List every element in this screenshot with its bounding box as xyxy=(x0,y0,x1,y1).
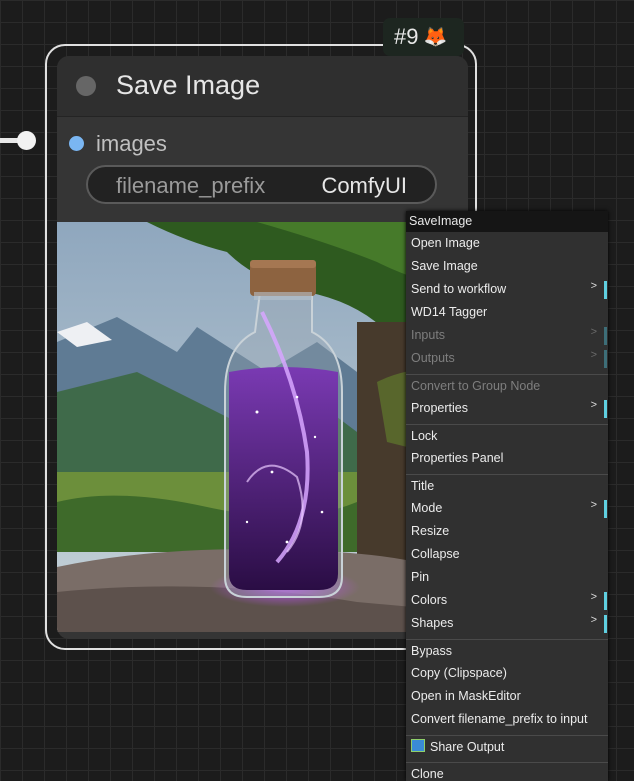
images-input-label: images xyxy=(96,131,167,156)
menu-item-lock[interactable]: Lock xyxy=(406,424,608,447)
menu-item-mode[interactable]: Mode > xyxy=(406,497,608,520)
widget-value: ComfyUI xyxy=(321,173,407,198)
submenu-arrow-icon: > xyxy=(590,591,597,603)
fox-icon: 🦊 xyxy=(423,27,448,48)
menu-item-inputs: Inputs > xyxy=(406,324,608,347)
images-input-slot[interactable] xyxy=(69,136,84,151)
submenu-arrow-icon: > xyxy=(590,326,597,338)
menu-item-collapse[interactable]: Collapse xyxy=(406,543,608,566)
menu-item-convert-to-group-node: Convert to Group Node xyxy=(406,374,608,397)
menu-item-convert-filename-prefix[interactable]: Convert filename_prefix to input xyxy=(406,708,608,731)
submenu-arrow-icon: > xyxy=(590,280,597,292)
menu-item-wd14-tagger[interactable]: WD14 Tagger xyxy=(406,301,608,324)
submenu-arrow-icon: > xyxy=(590,349,597,361)
submenu-arrow-icon: > xyxy=(590,399,597,411)
menu-item-open-in-maskeditor[interactable]: Open in MaskEditor xyxy=(406,685,608,708)
widget-name: filename_prefix xyxy=(116,173,266,198)
node-id-badge: #9 🦊 xyxy=(383,18,464,56)
context-menu-title: SaveImage xyxy=(406,211,608,232)
submenu-arrow-icon: > xyxy=(590,614,597,626)
submenu-arrow-icon: > xyxy=(590,499,597,511)
menu-item-copy-clipspace[interactable]: Copy (Clipspace) xyxy=(406,662,608,685)
menu-item-shapes[interactable]: Shapes > xyxy=(406,612,608,635)
menu-item-save-image[interactable]: Save Image xyxy=(406,255,608,278)
menu-item-properties[interactable]: Properties > xyxy=(406,397,608,420)
menu-item-send-to-workflow[interactable]: Send to workflow > xyxy=(406,278,608,301)
menu-item-resize[interactable]: Resize xyxy=(406,520,608,543)
share-image-icon xyxy=(411,739,425,752)
node-id-text: #9 xyxy=(394,24,419,49)
link-endpoint[interactable] xyxy=(17,131,36,150)
menu-item-clone[interactable]: Clone xyxy=(406,762,608,781)
context-menu: SaveImage Open Image Save Image Send to … xyxy=(406,211,608,781)
menu-item-outputs: Outputs > xyxy=(406,347,608,370)
menu-item-share-output[interactable]: Share Output xyxy=(406,735,608,758)
menu-item-properties-panel[interactable]: Properties Panel xyxy=(406,447,608,470)
node-title: Save Image xyxy=(116,70,261,100)
menu-item-colors[interactable]: Colors > xyxy=(406,589,608,612)
menu-item-open-image[interactable]: Open Image xyxy=(406,232,608,255)
collapse-toggle[interactable] xyxy=(76,76,96,96)
filename-prefix-widget[interactable]: filename_prefix ComfyUI xyxy=(86,165,437,204)
node-header[interactable]: Save Image xyxy=(57,56,468,117)
menu-item-title[interactable]: Title xyxy=(406,474,608,497)
menu-item-pin[interactable]: Pin xyxy=(406,566,608,589)
menu-item-bypass[interactable]: Bypass xyxy=(406,639,608,662)
